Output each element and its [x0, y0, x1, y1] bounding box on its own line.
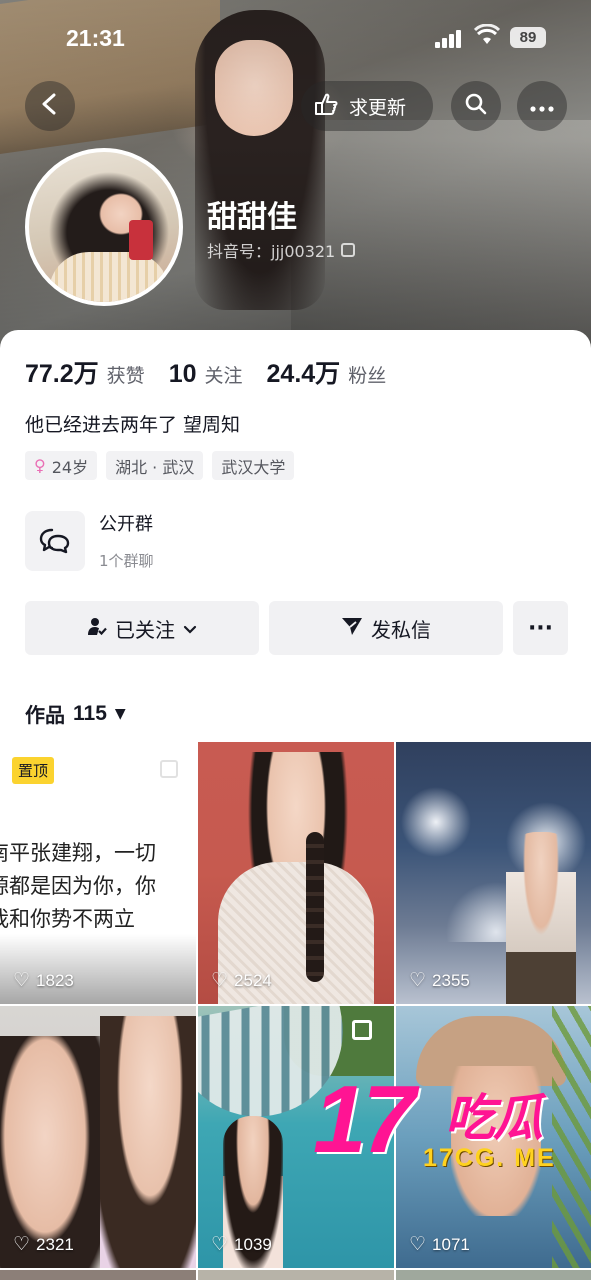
- avatar[interactable]: [25, 148, 183, 306]
- more-options-button[interactable]: [517, 81, 567, 131]
- stat-likes: 77.2万 获赞: [25, 360, 145, 388]
- post-text: 南平张建翔，一切 源都是因为你，你 我和你势不两立: [0, 841, 156, 931]
- post-tile[interactable]: ♡ 2355: [396, 742, 591, 1004]
- works-label: 作品: [25, 703, 65, 727]
- tag-age: ♀ 24岁: [25, 451, 98, 480]
- send-message-label: 发私信: [371, 617, 431, 642]
- post-likes: ♡ 2355: [409, 970, 470, 991]
- heart-icon: ♡: [211, 970, 229, 991]
- profile-bio: 他已经进去两年了 望周知: [25, 414, 241, 436]
- pinned-badge: 置顶: [12, 757, 55, 784]
- post-thumbnail-person: [506, 832, 576, 1004]
- post-tile[interactable]: ♡ 2321: [0, 1006, 196, 1268]
- group-chat-icon: [25, 510, 85, 571]
- caret-down-icon: ▼: [114, 705, 126, 722]
- heart-icon: ♡: [409, 1234, 427, 1255]
- stat-followers[interactable]: 24.4万 粉丝: [267, 354, 387, 390]
- post-likes: ♡ 2321: [13, 1234, 74, 1255]
- request-update-label: 求更新: [349, 96, 407, 119]
- profile-tags: ♀ 24岁 湖北 · 武汉 武汉大学: [25, 451, 295, 480]
- profile-actions: 已关注 发私信 ···: [25, 601, 568, 655]
- multi-image-icon: [352, 1020, 372, 1040]
- request-update-button[interactable]: 求更新: [301, 81, 433, 131]
- chevron-left-icon: [40, 93, 60, 119]
- send-message-button[interactable]: 发私信: [269, 601, 503, 655]
- works-grid: 置顶 南平张建翔，一切 源都是因为你，你 我和你势不两立 ♡ 1823 ♡ 2524…: [0, 742, 591, 1268]
- watermark-chinese: 吃瓜: [445, 1089, 543, 1147]
- public-group-entry[interactable]: 公开群 1个群聊: [25, 510, 154, 571]
- post-thumbnail-person: [100, 1016, 196, 1268]
- heart-icon: ♡: [211, 1234, 229, 1255]
- following-label: 已关注: [115, 617, 175, 642]
- female-icon: ♀: [34, 456, 46, 475]
- more-icon: [530, 97, 554, 116]
- post-likes: ♡ 1071: [409, 1234, 470, 1255]
- copy-icon[interactable]: [341, 243, 356, 257]
- back-button[interactable]: [25, 81, 75, 131]
- next-row-preview: [0, 1270, 591, 1280]
- watermark-url: 17CG. ME: [423, 1144, 556, 1172]
- user-check-icon: [87, 616, 107, 641]
- profile-stats: 77.2万 获赞 10 关注 24.4万 粉丝: [25, 354, 386, 390]
- watermark-number: 17: [313, 1066, 416, 1173]
- heart-icon: ♡: [13, 970, 31, 991]
- heart-icon: ♡: [409, 970, 427, 991]
- tag-location: 湖北 · 武汉: [106, 451, 204, 480]
- post-likes: ♡ 1823: [13, 970, 74, 991]
- works-count: 115: [73, 701, 107, 725]
- post-likes: ♡ 2524: [211, 970, 272, 991]
- hand-point-icon: [313, 91, 339, 122]
- tag-school[interactable]: 武汉大学: [212, 451, 295, 480]
- signal-icon: [435, 28, 463, 48]
- battery-icon: 89: [510, 27, 546, 48]
- actions-more-button[interactable]: ···: [513, 601, 568, 655]
- wifi-icon: [473, 23, 501, 48]
- group-subtitle: 1个群聊: [99, 552, 154, 570]
- stat-following[interactable]: 10 关注: [169, 360, 243, 389]
- post-tile[interactable]: 置顶 南平张建翔，一切 源都是因为你，你 我和你势不两立 ♡ 1823: [0, 742, 196, 1004]
- douyin-id-text: 抖音号：jjj00321: [207, 242, 336, 261]
- following-button[interactable]: 已关注: [25, 601, 259, 655]
- tab-works[interactable]: 作品 115 ▼: [25, 699, 126, 728]
- watermark-logo: 17 吃瓜 17CG. ME: [313, 1072, 583, 1182]
- douyin-id[interactable]: 抖音号：jjj00321: [207, 238, 356, 262]
- search-button[interactable]: [451, 81, 501, 131]
- send-icon: [341, 616, 363, 641]
- phone-in-avatar: [129, 220, 153, 260]
- group-title: 公开群: [99, 514, 153, 535]
- more-icon: ···: [527, 615, 554, 641]
- profile-nickname: 甜甜佳: [207, 200, 297, 235]
- multi-image-icon: [160, 760, 178, 778]
- chevron-down-icon: [183, 616, 197, 640]
- post-likes: ♡ 1039: [211, 1234, 272, 1255]
- post-tile[interactable]: ♡ 2524: [198, 742, 394, 1004]
- search-icon: [464, 92, 488, 120]
- status-time: 21:31: [66, 25, 125, 51]
- heart-icon: ♡: [13, 1234, 31, 1255]
